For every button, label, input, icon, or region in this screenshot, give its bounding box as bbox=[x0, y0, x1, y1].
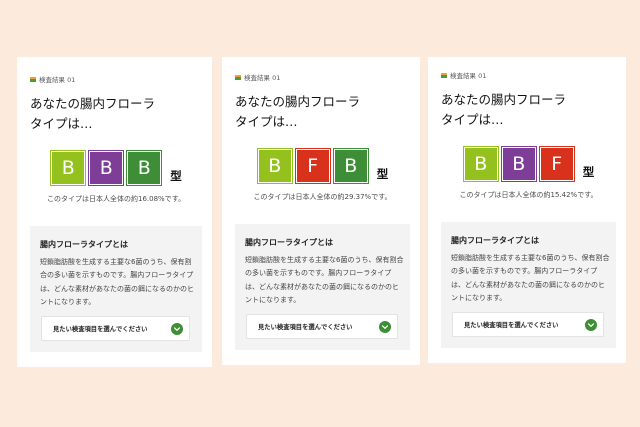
chevron-circle bbox=[379, 320, 391, 333]
flora-type-letter: B bbox=[268, 154, 282, 177]
test-item-select-placeholder: 見たい検査項目を選んでください bbox=[258, 324, 353, 331]
result-label: 検査結果 01 bbox=[441, 70, 616, 80]
type-share-text: このタイプは日本人全体の約29.37%です。 bbox=[253, 193, 392, 201]
result-label: 検査結果 01 bbox=[30, 74, 202, 84]
test-item-select[interactable]: 見たい検査項目を選んでください bbox=[246, 314, 398, 339]
info-title: 腸内フローラタイプとは bbox=[451, 236, 539, 245]
flora-type-badges: B B F 型 bbox=[441, 146, 616, 182]
flora-type-letter: F bbox=[551, 152, 563, 175]
result-heading: あなたの腸内フローラ タイプは… bbox=[30, 94, 202, 134]
result-heading: あなたの腸内フローラ タイプは… bbox=[235, 92, 410, 132]
info-description: 短鎖脂肪酸を生成する主要な6菌のうち、保有割合の多い菌を示すものです。腸内フロー… bbox=[451, 254, 610, 302]
info-description: 短鎖脂肪酸を生成する主要な6菌のうち、保有割合の多い菌を示すものです。腸内フロー… bbox=[245, 256, 404, 304]
result-heading-line-2: タイプは… bbox=[30, 116, 93, 131]
flora-type-info-panel: 腸内フローラタイプとは 短鎖脂肪酸を生成する主要な6菌のうち、保有割合の多い菌を… bbox=[30, 226, 202, 352]
chevron-circle bbox=[585, 318, 597, 331]
info-title: 腸内フローラタイプとは bbox=[245, 238, 333, 247]
chevron-down-circle-icon[interactable] bbox=[171, 322, 183, 335]
flora-type-letter: B bbox=[344, 154, 358, 177]
flora-type-letter: B bbox=[474, 152, 488, 175]
flora-type-letter: B bbox=[137, 156, 151, 179]
flora-type-box-2: B bbox=[88, 150, 125, 186]
type-suffix: 型 bbox=[582, 164, 595, 179]
flora-type-box-1: B bbox=[256, 148, 293, 184]
flora-type-box-3: B bbox=[126, 150, 163, 186]
result-marker-icon bbox=[235, 74, 241, 80]
result-heading-line-1: あなたの腸内フローラ bbox=[441, 92, 567, 107]
flora-type-letter: B bbox=[61, 156, 75, 179]
result-heading: あなたの腸内フローラ タイプは… bbox=[441, 90, 616, 130]
result-heading-line-1: あなたの腸内フローラ bbox=[30, 96, 156, 111]
chevron-down-circle-icon[interactable] bbox=[585, 318, 597, 331]
flora-type-letter: B bbox=[99, 156, 113, 179]
type-share-text: このタイプは日本人全体の約16.08%です。 bbox=[47, 195, 185, 203]
result-card-3: 検査結果 01 あなたの腸内フローラ タイプは… B B F 型 このタイプは日… bbox=[428, 57, 626, 363]
type-suffix: 型 bbox=[170, 168, 182, 183]
flora-type-letter: B bbox=[512, 152, 526, 175]
flora-type-box-1: B bbox=[50, 150, 87, 186]
test-item-select[interactable]: 見たい検査項目を選んでください bbox=[452, 312, 604, 337]
result-label-text: 検査結果 01 bbox=[244, 74, 281, 82]
info-description: 短鎖脂肪酸を生成する主要な6菌のうち、保有割合の多い菌を示すものです。腸内フロー… bbox=[40, 258, 194, 306]
flora-type-letter: F bbox=[307, 154, 319, 177]
result-label: 検査結果 01 bbox=[235, 72, 410, 82]
flora-type-box-3: F bbox=[538, 146, 575, 182]
flora-type-badges: B B B 型 bbox=[30, 150, 202, 186]
page: { "colors": { "page_background": "#fcebd… bbox=[0, 0, 640, 427]
result-card-2: 検査結果 01 あなたの腸内フローラ タイプは… B F B 型 このタイプは日… bbox=[222, 57, 420, 365]
info-title: 腸内フローラタイプとは bbox=[40, 240, 128, 249]
chevron-circle bbox=[171, 322, 183, 335]
test-item-select-placeholder: 見たい検査項目を選んでください bbox=[464, 322, 559, 329]
test-item-select[interactable]: 見たい検査項目を選んでください bbox=[41, 316, 190, 341]
flora-type-info-panel: 腸内フローラタイプとは 短鎖脂肪酸を生成する主要な6菌のうち、保有割合の多い菌を… bbox=[235, 224, 410, 350]
chevron-down-circle-icon[interactable] bbox=[379, 320, 391, 333]
result-heading-line-2: タイプは… bbox=[441, 112, 504, 127]
flora-type-box-3: B bbox=[332, 148, 369, 184]
type-suffix: 型 bbox=[376, 166, 389, 181]
test-item-select-placeholder: 見たい検査項目を選んでください bbox=[53, 326, 148, 333]
flora-type-box-2: B bbox=[500, 146, 537, 182]
result-heading-line-1: あなたの腸内フローラ bbox=[235, 94, 361, 109]
flora-type-info-panel: 腸内フローラタイプとは 短鎖脂肪酸を生成する主要な6菌のうち、保有割合の多い菌を… bbox=[441, 222, 616, 348]
flora-type-box-1: B bbox=[462, 146, 499, 182]
result-marker-icon bbox=[441, 72, 447, 78]
flora-type-badges: B F B 型 bbox=[235, 148, 410, 184]
result-label-text: 検査結果 01 bbox=[450, 72, 487, 80]
result-marker-icon bbox=[30, 76, 36, 82]
flora-type-box-2: F bbox=[294, 148, 331, 184]
type-share-text: このタイプは日本人全体の約15.42%です。 bbox=[459, 191, 598, 199]
result-label-text: 検査結果 01 bbox=[39, 76, 76, 84]
result-card-1: 検査結果 01 あなたの腸内フローラ タイプは… B B B 型 このタイプは日… bbox=[17, 57, 212, 367]
result-heading-line-2: タイプは… bbox=[235, 114, 298, 129]
